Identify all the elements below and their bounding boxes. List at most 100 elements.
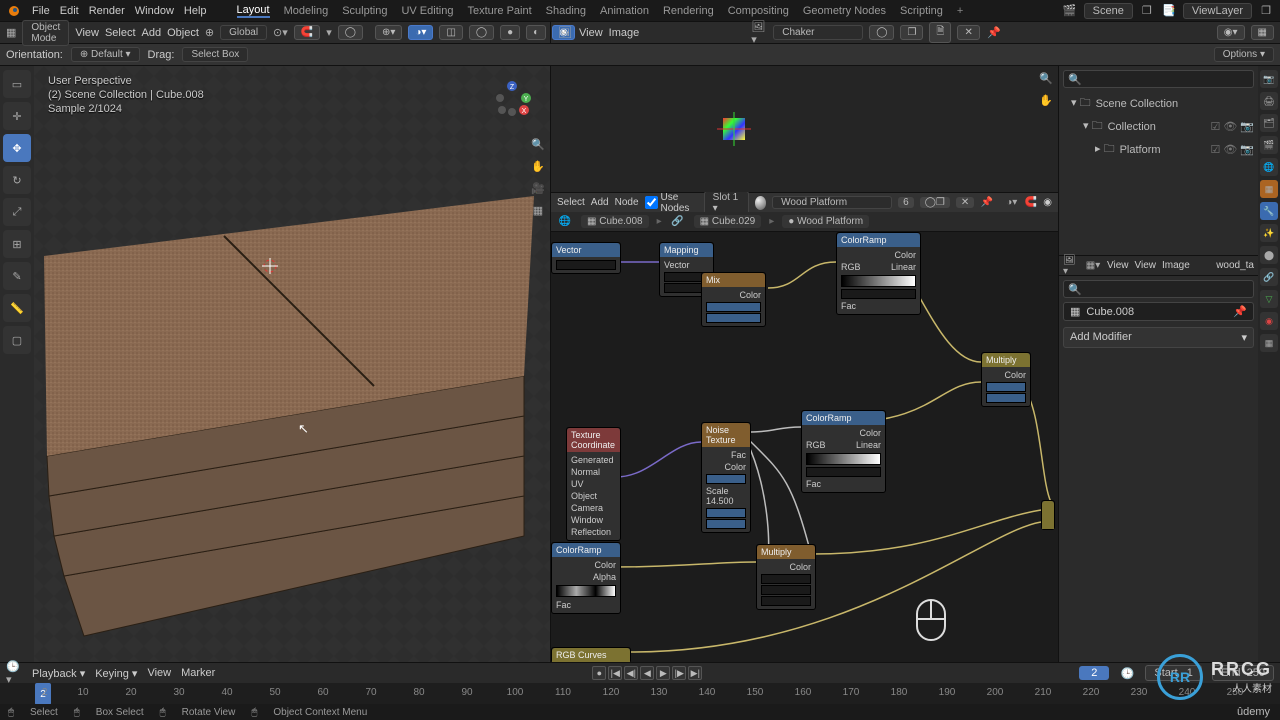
ib-image-name[interactable]: wood_ta <box>1216 260 1254 271</box>
node-output-stub[interactable] <box>1041 500 1055 530</box>
props-object-name[interactable]: ▦ Cube.008📌 <box>1063 302 1254 321</box>
move-view-icon[interactable]: ✋ <box>530 158 546 174</box>
img-tool-btn[interactable]: ▦ <box>1251 25 1274 40</box>
img-slot2[interactable]: ❐ <box>900 25 923 40</box>
node-noise[interactable]: Noise Texture Fac Color Scale 14.500 <box>701 422 751 533</box>
xray-toggle[interactable]: ◫ <box>439 25 462 40</box>
tab-object[interactable]: ▦ <box>1260 180 1278 198</box>
mat-newlink[interactable]: ◯❐ <box>920 197 950 208</box>
node-colorramp1[interactable]: ColorRamp Color RGBLinear Fac <box>836 232 921 315</box>
node-multiply[interactable]: Multiply Color <box>981 352 1031 407</box>
orientation-dropdown[interactable]: Global <box>220 25 267 40</box>
linked-image-icon[interactable]: 🖼▾ <box>751 25 767 41</box>
img-zoom-icon[interactable]: 🔍 <box>1038 70 1054 86</box>
use-nodes-checkbox[interactable]: Use Nodes <box>645 192 698 214</box>
zoom-icon[interactable]: 🔍 <box>530 136 546 152</box>
new-viewlayer-icon[interactable]: ❐ <box>1258 3 1274 19</box>
img-display-channels[interactable]: ◉▾ <box>1217 25 1245 40</box>
current-frame[interactable]: 2 <box>1079 666 1109 680</box>
ib-view[interactable]: View <box>1107 260 1129 271</box>
material-slot[interactable]: Slot 1 ▾ <box>704 191 749 215</box>
timeline-editor-icon[interactable]: 🕒▾ <box>6 665 22 681</box>
img-editor-type-icon[interactable]: 🖼▾ <box>1063 258 1079 274</box>
menu-edit[interactable]: Edit <box>60 5 79 17</box>
pin-icon[interactable]: 📌 <box>986 25 1002 41</box>
excl-icon[interactable]: ☑ <box>1210 120 1220 133</box>
tab-scene[interactable]: 🎬 <box>1260 136 1278 154</box>
tab-particles[interactable]: ✨ <box>1260 224 1278 242</box>
tab-data[interactable]: ▽ <box>1260 290 1278 308</box>
tool-move[interactable]: ✥ <box>3 134 31 162</box>
tool-scale[interactable]: ⤢ <box>3 198 31 226</box>
tab-physics[interactable]: ⬤ <box>1260 246 1278 264</box>
prev-key-icon[interactable]: ◀| <box>624 666 638 680</box>
material-ball-icon[interactable] <box>755 196 766 210</box>
node-rgb-curves[interactable]: RGB Curves <box>551 647 631 662</box>
proportional-toggle[interactable]: ◯ <box>338 25 363 40</box>
ws-modeling[interactable]: Modeling <box>284 5 329 17</box>
mode-dropdown[interactable]: Object Mode <box>22 20 69 46</box>
new-scene-icon[interactable]: ❐ <box>1139 3 1155 19</box>
nav-gizmo[interactable]: Z Y X <box>490 76 534 120</box>
outliner[interactable]: 🔍 ▾ 🗀 Scene Collection ▾ 🗀 Collection ☑👁… <box>1059 66 1258 256</box>
eye-icon[interactable]: 👁 <box>1223 120 1237 133</box>
autokey-icon[interactable]: ● <box>592 666 606 680</box>
ib-image[interactable]: Image <box>1162 260 1190 271</box>
ws-render[interactable]: Rendering <box>663 5 714 17</box>
sh-add[interactable]: Add <box>591 197 609 208</box>
ws-sculpting[interactable]: Sculpting <box>342 5 387 17</box>
tab-viewlayer[interactable]: 🗂 <box>1260 114 1278 132</box>
tab-output[interactable]: 🖨 <box>1260 92 1278 110</box>
options-dropdown[interactable]: Options ▾ <box>1214 47 1274 62</box>
drag-value[interactable]: Select Box <box>182 47 248 62</box>
img-slot1[interactable]: ◯ <box>869 25 894 40</box>
ws-geonodes[interactable]: Geometry Nodes <box>803 5 886 17</box>
mat-unlink[interactable]: ✕ <box>956 197 974 208</box>
outliner-scene-collection[interactable]: ▾ 🗀 Scene Collection <box>1063 92 1254 115</box>
sh-backdrop[interactable]: ◉ <box>1043 197 1052 208</box>
editor-type-image-icon[interactable]: 🖼 <box>557 25 573 41</box>
tl-view[interactable]: View <box>147 667 171 679</box>
ws-anim[interactable]: Animation <box>600 5 649 17</box>
img-view[interactable]: View <box>579 27 603 39</box>
crumb-a[interactable]: ▦ Cube.008 <box>581 215 649 228</box>
v3d-view[interactable]: View <box>75 27 99 39</box>
sh-select[interactable]: Select <box>557 197 585 208</box>
snap-toggle[interactable]: 🧲 <box>294 25 320 40</box>
tool-rotate[interactable]: ↻ <box>3 166 31 194</box>
mat-users[interactable]: 6 <box>898 197 914 208</box>
img-image[interactable]: Image <box>609 27 640 39</box>
editor-type-3dview-icon[interactable]: ▦ <box>6 25 16 41</box>
shading-wire[interactable]: ◯ <box>469 25 494 40</box>
gizmo-toggle[interactable]: ⊕▾ <box>375 25 402 40</box>
crumb-c[interactable]: ● Wood Platform <box>782 215 869 228</box>
shader-node-graph[interactable]: Vector Mapping Vector Mix Color ColorRam… <box>551 232 1058 662</box>
viewlayer-field[interactable]: ViewLayer <box>1183 3 1252 19</box>
node-colorramp-bottom[interactable]: ColorRamp Color Alpha Fac <box>551 542 621 614</box>
sh-snap-icon[interactable]: 🧲 <box>1024 195 1037 211</box>
menu-file[interactable]: File <box>32 5 50 17</box>
persp-icon[interactable]: ▦ <box>530 202 546 218</box>
clock-icon[interactable]: 🕒 <box>1119 665 1135 681</box>
image-name-field[interactable]: Chaker <box>773 25 863 40</box>
tab-render[interactable]: 📷 <box>1260 70 1278 88</box>
tl-marker[interactable]: Marker <box>181 667 215 679</box>
3d-viewport[interactable]: User Perspective (2) Scene Collection | … <box>34 66 550 662</box>
sh-overlay-icon[interactable]: ◑▾ <box>1005 195 1018 211</box>
img-slot3[interactable]: 🗎 <box>929 22 951 43</box>
image-editor[interactable]: 🔍 ✋ <box>551 66 1058 192</box>
mat-pin-icon[interactable]: 📌 <box>980 195 993 211</box>
node-mix1[interactable]: Mix Color <box>701 272 766 327</box>
ws-comp[interactable]: Compositing <box>728 5 789 17</box>
outliner-platform[interactable]: ▸ 🗀 Platform ☑👁📷 <box>1063 138 1254 161</box>
next-key-icon[interactable]: |▶ <box>672 666 686 680</box>
menu-help[interactable]: Help <box>184 5 207 17</box>
camera-icon[interactable]: 🎥 <box>530 180 546 196</box>
tab-modifier[interactable]: 🔧 <box>1260 202 1278 220</box>
menu-render[interactable]: Render <box>89 5 125 17</box>
node-multiply2[interactable]: Multiply Color <box>756 544 816 610</box>
add-modifier-button[interactable]: Add Modifier▾ <box>1063 327 1254 348</box>
tab-texture[interactable]: ▦ <box>1260 334 1278 352</box>
tool-cursor[interactable]: ✛ <box>3 102 31 130</box>
play-rev-icon[interactable]: ◀ <box>640 666 654 680</box>
